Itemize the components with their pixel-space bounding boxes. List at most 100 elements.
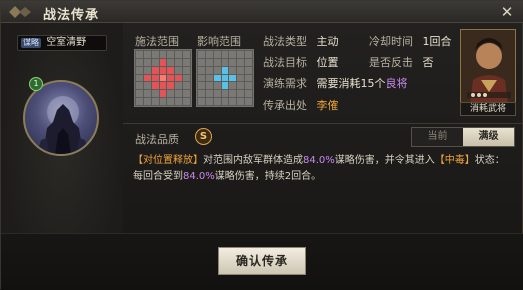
range-cell: [213, 82, 221, 90]
range-cell: [151, 82, 159, 90]
range-cell: [245, 90, 252, 98]
range-cell: [245, 98, 252, 105]
range-cell: [213, 66, 221, 74]
range-cell: [167, 74, 175, 82]
range-cell: [167, 82, 175, 90]
skill-inherit-window: 战法传承 ✕ 谋略 空室清野 1 施法范围 影响范围 战法类型 主动 冷却时间 …: [0, 0, 523, 290]
range-cell: [167, 98, 175, 105]
range-cell: [237, 66, 245, 74]
range-cell: [205, 82, 213, 90]
range-cell: [237, 74, 245, 82]
range-cell: [136, 58, 143, 66]
range-cell: [198, 98, 205, 105]
skill-quality-badge: S: [195, 128, 212, 145]
range-cell: [175, 82, 183, 90]
range-cell: [221, 66, 229, 74]
range-cell: [213, 51, 221, 58]
range-cell: [213, 58, 221, 66]
range-cell: [205, 58, 213, 66]
range-cell: [183, 74, 190, 82]
range-cell: [175, 90, 183, 98]
range-cell: [159, 82, 167, 90]
range-cell: [245, 82, 252, 90]
skill-target-row: 战法目标 位置: [263, 54, 339, 70]
confirm-inherit-button[interactable]: 确认传承: [218, 247, 306, 275]
range-cell: [167, 90, 175, 98]
close-icon[interactable]: ✕: [498, 3, 516, 21]
tab-max-level[interactable]: 满级: [463, 128, 514, 146]
skill-type-row: 战法类型 主动: [263, 33, 339, 49]
range-cell: [237, 98, 245, 105]
range-cell: [143, 66, 151, 74]
effect-range-grid: [196, 49, 254, 107]
range-cell: [151, 66, 159, 74]
range-cell: [183, 51, 190, 58]
train-requirement-row: 演练需求 需要消耗15个良将: [263, 75, 408, 91]
range-cell: [151, 51, 159, 58]
desc-status-link[interactable]: 【中毒】: [435, 155, 475, 166]
range-cell: [159, 58, 167, 66]
range-cell: [167, 51, 175, 58]
consume-general-card[interactable]: [460, 29, 516, 113]
range-cell: [167, 66, 175, 74]
consume-general-label: 消耗武将: [460, 102, 516, 116]
range-cell: [205, 98, 213, 105]
range-cell: [245, 74, 252, 82]
range-cell: [143, 98, 151, 105]
tab-current-level[interactable]: 当前: [412, 128, 463, 146]
range-cell: [198, 90, 205, 98]
range-cell: [183, 90, 190, 98]
desc-damage-pct-1: 84.0%: [303, 155, 335, 166]
range-cell: [151, 90, 159, 98]
range-cell: [213, 74, 221, 82]
train-requirement-value: 需要消耗15个: [316, 77, 386, 90]
range-cell: [221, 98, 229, 105]
cast-range-label: 施法范围: [135, 35, 179, 48]
range-cell: [183, 66, 190, 74]
title-bar: 战法传承 ✕: [1, 1, 523, 23]
skill-art-icon: [23, 80, 99, 156]
range-cell: [136, 51, 143, 58]
range-cell: [159, 74, 167, 82]
range-cell: [136, 74, 143, 82]
range-cell: [221, 74, 229, 82]
range-cell: [237, 82, 245, 90]
range-cell: [175, 58, 183, 66]
effect-range-label: 影响范围: [197, 35, 241, 48]
skill-target-value: 位置: [316, 56, 339, 69]
range-cell: [245, 58, 252, 66]
range-cell: [198, 58, 205, 66]
skill-quality-label: 战法品质: [135, 133, 179, 146]
range-cell: [229, 74, 237, 82]
range-cell: [237, 58, 245, 66]
range-cell: [143, 74, 151, 82]
range-cell: [136, 98, 143, 105]
general-portrait-icon: [461, 30, 515, 112]
range-cell: [159, 98, 167, 105]
skill-type-value: 主动: [316, 35, 339, 48]
level-toggle: 当前 满级: [411, 127, 515, 147]
range-cell: [198, 74, 205, 82]
skill-name-box: 谋略 空室清野: [17, 35, 107, 51]
range-cell: [198, 51, 205, 58]
range-cell: [229, 82, 237, 90]
source-label: 传承出处: [263, 99, 307, 112]
source-row: 传承出处 李傕: [263, 97, 339, 113]
desc-text-1: 对范围内敌军群体造成: [203, 155, 303, 166]
cooldown-row: 冷却时间 1回合: [369, 33, 452, 49]
range-cell: [175, 51, 183, 58]
window-title: 战法传承: [43, 8, 100, 23]
skill-type-label: 战法类型: [263, 35, 307, 48]
skill-name: 空室清野: [46, 37, 87, 48]
range-cell: [213, 90, 221, 98]
range-cell: [183, 58, 190, 66]
range-cell: [229, 58, 237, 66]
train-requirement-label: 演练需求: [263, 77, 307, 90]
range-cell: [143, 58, 151, 66]
range-cell: [151, 58, 159, 66]
source-general-link[interactable]: 李傕: [317, 99, 339, 112]
range-cell: [237, 51, 245, 58]
range-cell: [229, 66, 237, 74]
desc-damage-pct-2: 84.0%: [183, 171, 215, 182]
title-ornament-icon: [9, 6, 31, 18]
